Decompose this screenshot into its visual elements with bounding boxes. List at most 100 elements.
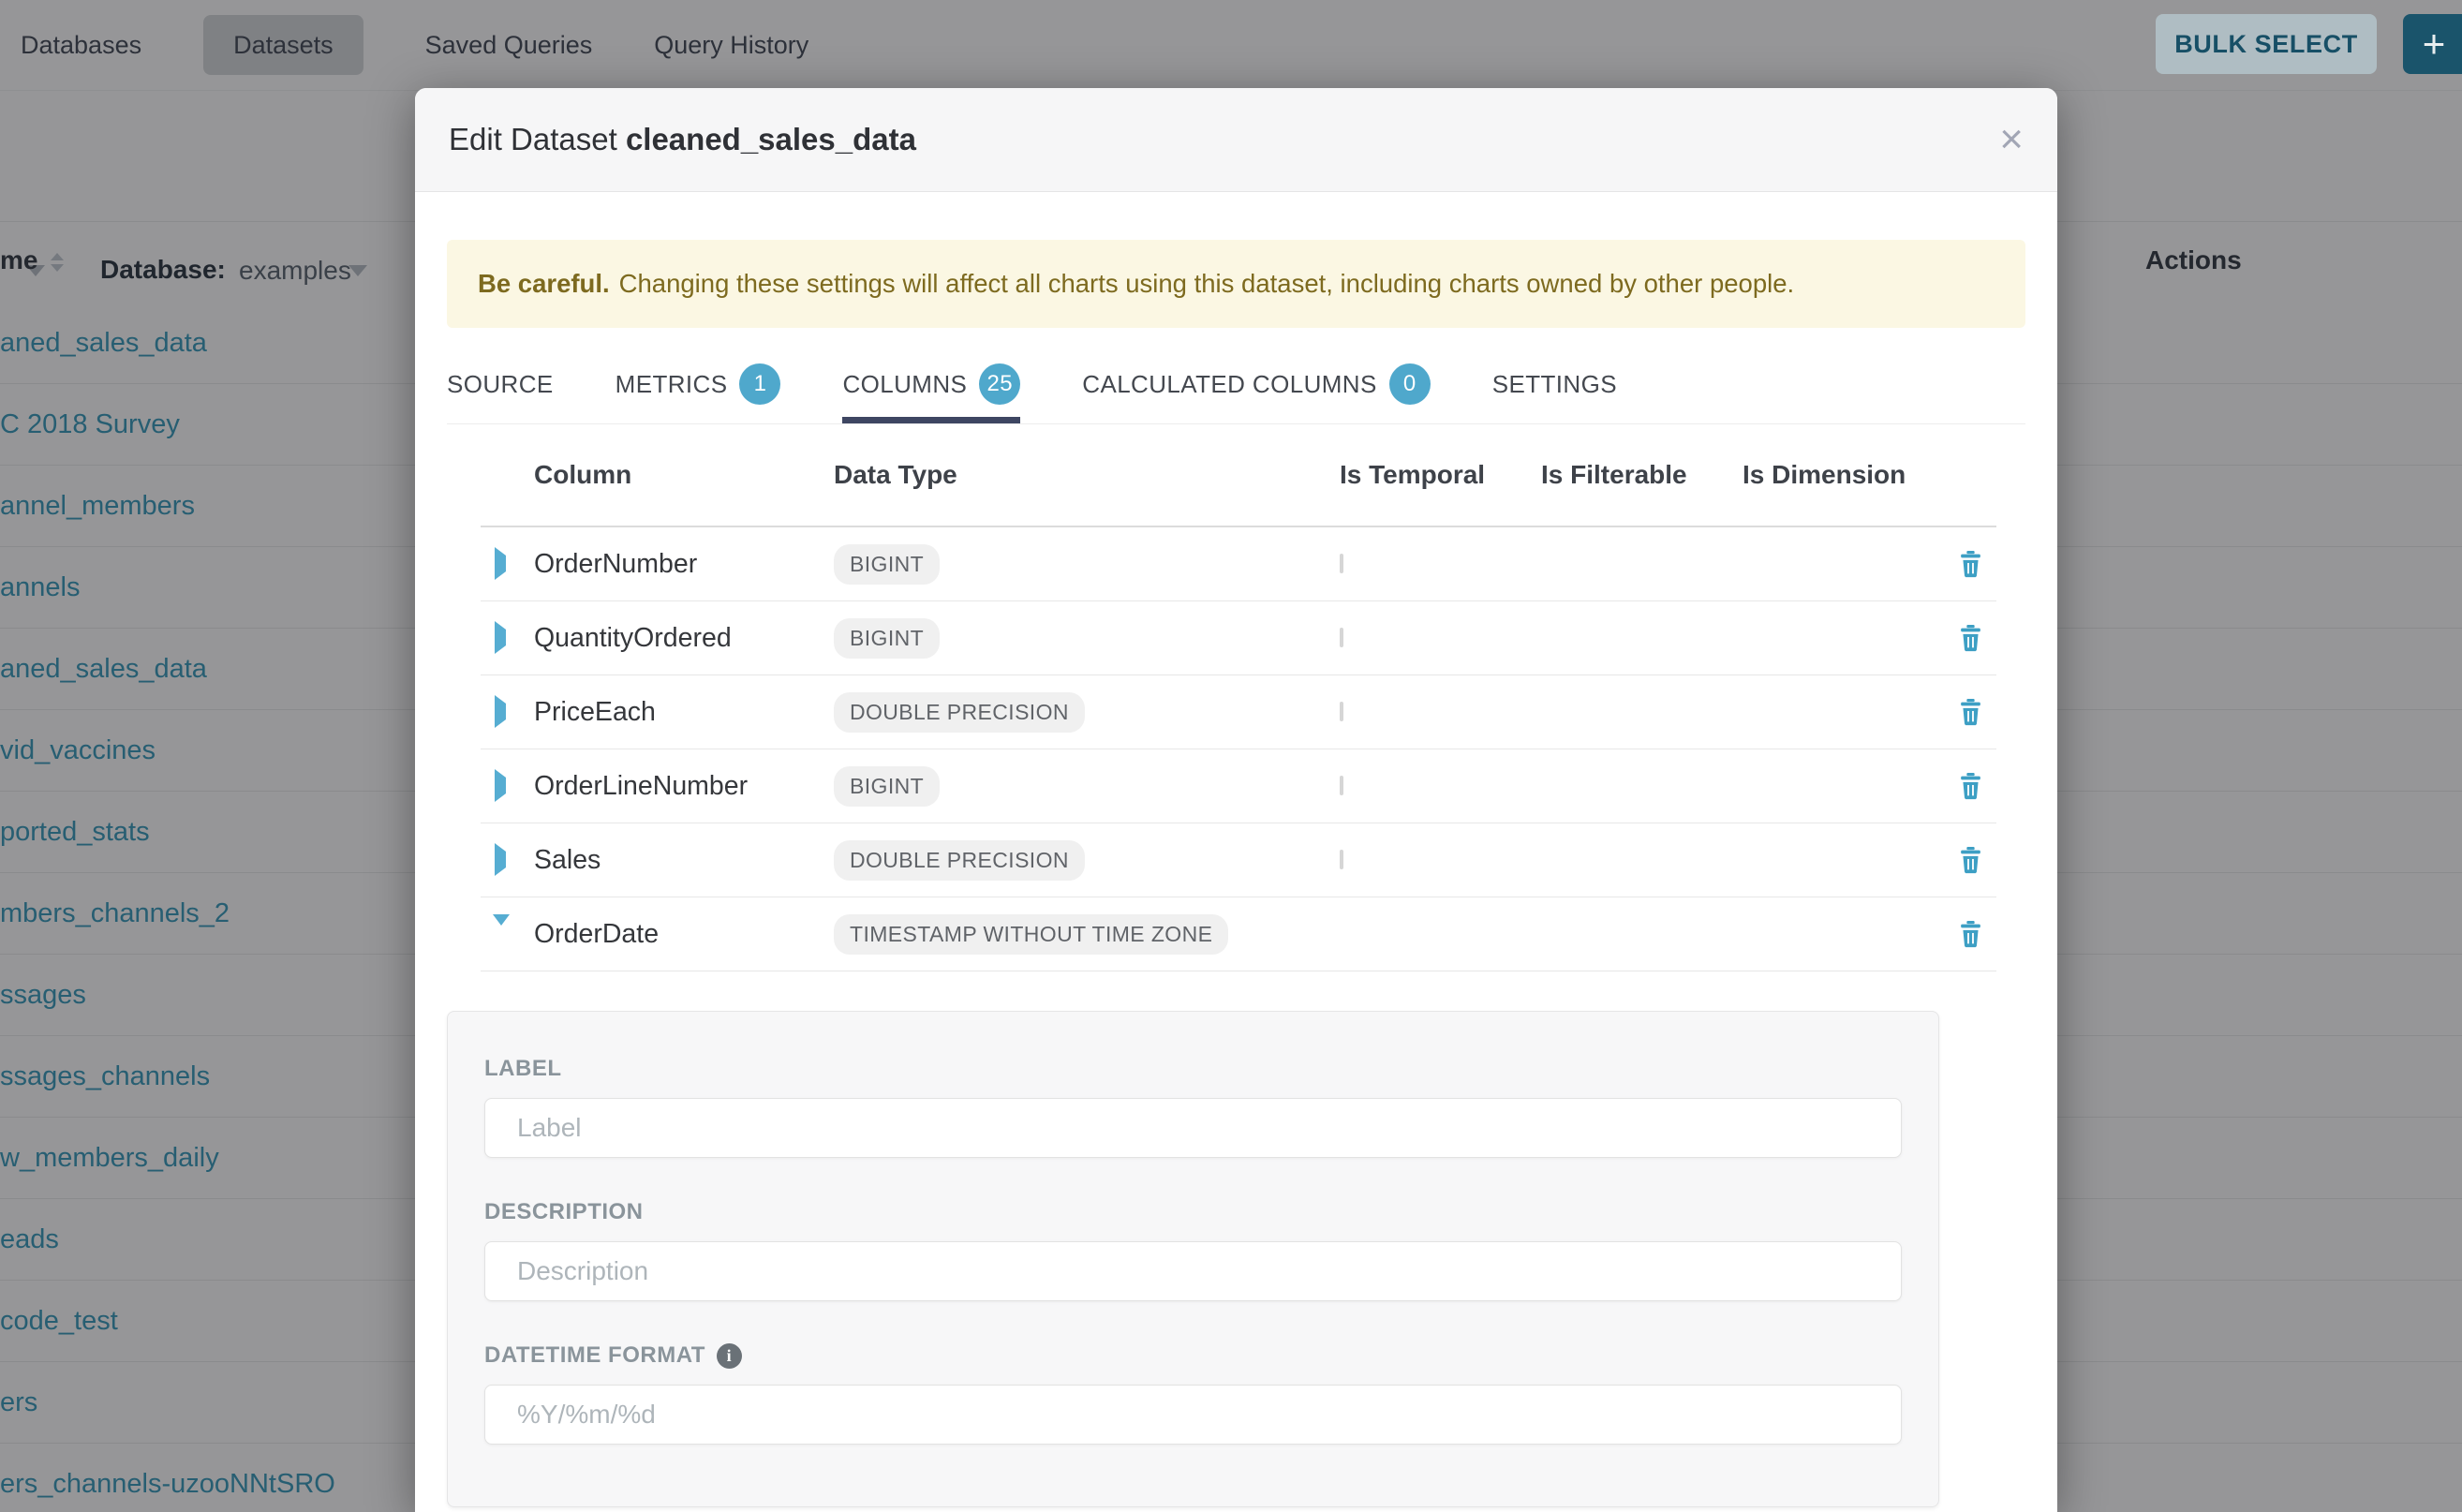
tab-count-badge: 0 [1389, 363, 1431, 405]
info-icon[interactable]: i [717, 1343, 742, 1369]
dataset-link[interactable]: annel_members [0, 491, 195, 522]
form-field-label: LABEL [484, 1056, 1902, 1158]
columns-table: Column Data Type Is Temporal Is Filterab… [481, 424, 1996, 971]
dataset-name: cleaned_sales_data [626, 122, 916, 156]
database-filter-label: Database: [100, 255, 226, 285]
column-row: OrderLineNumberBIGINT [481, 749, 1996, 823]
tab-metrics[interactable]: METRICS1 [616, 363, 781, 423]
dataset-link[interactable]: ported_stats [0, 817, 150, 848]
is-temporal-checkbox[interactable] [1340, 850, 1343, 869]
modal-header: Edit Dataset cleaned_sales_data × [415, 88, 2057, 192]
label-input[interactable] [484, 1098, 1902, 1158]
is-temporal-checkbox[interactable] [1340, 776, 1343, 795]
data-type-pill: DOUBLE PRECISION [834, 692, 1085, 733]
nav-tab-query-history[interactable]: Query History [654, 15, 808, 75]
expand-caret-icon[interactable] [495, 547, 506, 580]
column-name: QuantityOrdered [534, 623, 834, 654]
nav-tab-saved-queries[interactable]: Saved Queries [425, 15, 593, 75]
nav-tab-databases[interactable]: Databases [21, 15, 141, 75]
trash-icon[interactable] [1959, 698, 1982, 726]
dataset-link[interactable]: C 2018 Survey [0, 409, 180, 440]
dataset-link[interactable]: ssages_channels [0, 1061, 210, 1092]
tab-count-badge: 1 [739, 363, 780, 405]
bulk-select-button[interactable]: BULK SELECT [2156, 14, 2377, 74]
dataset-link[interactable]: ers_channels-uzooNNtSRO [0, 1469, 335, 1500]
delete-column-button[interactable] [1944, 624, 1996, 652]
form-field-datetime-format: DATETIME FORMATi [484, 1342, 1902, 1445]
data-type-pill: TIMESTAMP WITHOUT TIME ZONE [834, 914, 1228, 955]
dataset-link[interactable]: code_test [0, 1306, 118, 1337]
plus-icon: + [2423, 22, 2446, 67]
tab-label: SOURCE [447, 370, 554, 399]
trash-icon[interactable] [1959, 772, 1982, 800]
trash-icon[interactable] [1959, 920, 1982, 948]
data-type-pill: BIGINT [834, 618, 940, 659]
tab-label: COLUMNS [842, 370, 967, 399]
expand-caret-icon[interactable] [495, 843, 506, 876]
name-column-header[interactable]: me [0, 245, 64, 275]
dataset-link[interactable]: mbers_channels_2 [0, 898, 230, 929]
column-row: OrderNumberBIGINT [481, 527, 1996, 601]
delete-column-button[interactable] [1944, 846, 1996, 874]
dataset-link[interactable]: aned_sales_data [0, 328, 207, 359]
delete-column-button[interactable] [1944, 920, 1996, 948]
column-row: QuantityOrderedBIGINT [481, 601, 1996, 675]
data-type-pill: DOUBLE PRECISION [834, 840, 1085, 881]
trash-icon[interactable] [1959, 846, 1982, 874]
tab-columns[interactable]: COLUMNS 25 [842, 363, 1020, 423]
screen: Databases Datasets Saved Queries Query Hist… [0, 0, 2462, 1512]
dataset-link[interactable]: w_members_daily [0, 1143, 219, 1174]
dataset-link[interactable]: ssages [0, 980, 86, 1011]
modal-tabs: SOURCE METRICS1 COLUMNS 25 CALCULATED COLUMN… [447, 363, 2025, 424]
header-data-type: Data Type [834, 460, 1340, 490]
expand-caret-icon[interactable] [495, 621, 506, 654]
collapse-caret-icon[interactable] [493, 914, 510, 941]
column-name: Sales [534, 845, 834, 876]
tab-count-badge: 25 [979, 363, 1020, 405]
trash-icon[interactable] [1959, 550, 1982, 578]
nav-tab-datasets[interactable]: Datasets [203, 15, 363, 75]
form-field-description: DESCRIPTION [484, 1199, 1902, 1301]
delete-column-button[interactable] [1944, 772, 1996, 800]
chevron-down-icon[interactable] [349, 265, 367, 276]
field-label: LABEL [484, 1056, 1902, 1082]
dataset-link[interactable]: eads [0, 1224, 59, 1255]
header-is-filterable: Is Filterable [1541, 460, 1743, 490]
column-name: PriceEach [534, 697, 834, 728]
tab-source[interactable]: SOURCE [447, 363, 554, 423]
column-row: PriceEachDOUBLE PRECISION [481, 675, 1996, 749]
data-type-pill: BIGINT [834, 766, 940, 807]
dataset-link[interactable]: vid_vaccines [0, 735, 156, 766]
warning-banner: Be careful. Changing these settings will… [447, 240, 2025, 328]
dataset-link[interactable]: annels [0, 572, 80, 603]
is-temporal-checkbox[interactable] [1340, 554, 1343, 573]
trash-icon[interactable] [1959, 624, 1982, 652]
expand-caret-icon[interactable] [495, 695, 506, 728]
sort-icon [51, 253, 64, 272]
is-temporal-checkbox[interactable] [1340, 702, 1343, 721]
datetime-format-input[interactable] [484, 1385, 1902, 1445]
data-type-pill: BIGINT [834, 544, 940, 585]
field-label: DESCRIPTION [484, 1199, 1902, 1225]
expand-caret-icon[interactable] [495, 769, 506, 802]
database-filter-value[interactable]: examples [239, 256, 351, 286]
add-dataset-button[interactable]: + [2403, 14, 2462, 74]
columns-table-header: Column Data Type Is Temporal Is Filterab… [481, 424, 1996, 527]
delete-column-button[interactable] [1944, 698, 1996, 726]
top-nav: Databases Datasets Saved Queries Query Hist… [0, 0, 2462, 90]
header-is-temporal: Is Temporal [1340, 460, 1541, 490]
header-is-dimension: Is Dimension [1743, 460, 1944, 490]
tab-calculated-columns[interactable]: CALCULATED COLUMNS 0 [1082, 363, 1430, 423]
is-temporal-checkbox[interactable] [1340, 628, 1343, 647]
column-name: OrderNumber [534, 549, 834, 580]
column-row: OrderDateTIMESTAMP WITHOUT TIME ZONE [481, 897, 1996, 971]
dataset-link[interactable]: aned_sales_data [0, 654, 207, 685]
dataset-link[interactable]: ers [0, 1387, 37, 1418]
description-input[interactable] [484, 1241, 1902, 1301]
edit-dataset-modal: Edit Dataset cleaned_sales_data × Be car… [415, 88, 2057, 1512]
tab-settings[interactable]: SETTINGS [1492, 363, 1617, 423]
column-row: SalesDOUBLE PRECISION [481, 823, 1996, 897]
delete-column-button[interactable] [1944, 550, 1996, 578]
close-icon[interactable]: × [1999, 119, 2024, 160]
tab-label: CALCULATED COLUMNS [1082, 370, 1376, 399]
